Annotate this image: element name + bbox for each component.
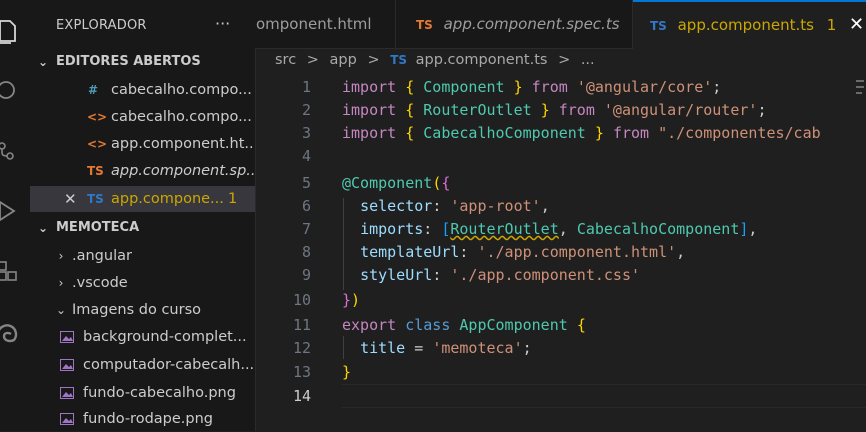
code-line: import { Component } from '@angular/core… [342,78,722,96]
minimap[interactable] [854,74,866,134]
line-number: 3 [301,124,311,142]
tab-app-component-ts[interactable]: TS app.component.ts 1 ✕ [633,0,866,49]
open-editor-item[interactable]: TS app.component.sp... [30,158,255,184]
folder-item[interactable]: › .angular [30,243,255,269]
source-control-icon[interactable] [0,138,20,164]
breadcrumb-item[interactable]: ... [581,52,595,68]
folder-item[interactable]: › .vscode [30,270,255,296]
tab-app-component-html[interactable]: omponent.html [255,0,396,48]
current-line-highlight [341,384,866,408]
code-line: } [342,363,352,381]
line-number: 8 [301,243,311,261]
chevron-right-icon: › [58,249,64,263]
open-editor-item[interactable]: # cabecalho.compo... [30,77,255,103]
breadcrumb-item[interactable]: app.component.ts [416,52,548,68]
search-icon[interactable] [0,78,20,104]
extensions-icon[interactable] [0,258,20,284]
code-line: import { CabecalhoComponent } from "./co… [342,124,821,142]
run-debug-icon[interactable] [0,198,20,224]
chevron-down-icon: ⌄ [37,221,49,235]
open-editor-item[interactable]: <> cabecalho.compo... [30,104,255,130]
image-file-icon [60,406,74,432]
code-line: selector: 'app-root', [360,197,550,215]
code-line: templateUrl: './app.component.html', [360,243,686,261]
typescript-file-icon: TS [390,53,408,67]
code-line: }) [342,291,361,309]
typescript-file-icon: TS [416,18,433,32]
problem-count-badge: 1 [228,191,238,207]
code-line: styleUrl: './app.component.css' [360,266,641,284]
css-file-icon: # [88,83,99,97]
code-line: @Component({ [342,174,451,192]
problem-count-badge: 1 [826,16,837,34]
line-number: 2 [301,101,311,119]
explorer-title: EXPLORADOR [56,18,147,33]
code-line: imports: [RouterOutlet, CabecalhoCompone… [360,220,758,238]
chevron-down-icon: ⌄ [37,55,49,69]
code-line: export class AppComponent { [342,316,586,334]
typescript-file-icon: TS [87,192,104,206]
line-number: 4 [301,147,311,165]
open-editors-section[interactable]: ⌄ EDITORES ABERTOS [30,49,255,75]
close-icon[interactable]: ✕ [64,186,77,212]
file-item[interactable]: fundo-rodape.png [30,406,255,432]
edge-icon[interactable] [0,320,20,346]
chevron-right-icon: > [367,52,380,68]
tab-app-component-spec[interactable]: TS app.component.spec.ts [396,0,633,48]
folder-item[interactable]: ⌄ Imagens do curso [30,297,255,323]
breadcrumb: src > app > TS app.component.ts > ... [275,52,601,68]
html-file-icon: <> [87,137,108,151]
image-file-icon [60,324,74,350]
file-item[interactable]: background-complet... [30,324,255,350]
code-editor[interactable]: 1 2 3 4 5 6 7 8 9 10 11 12 13 14 import … [255,74,866,431]
open-editor-item[interactable]: <> app.component.ht... [30,131,255,157]
file-item[interactable]: fundo-cabecalho.png [30,380,255,406]
chevron-right-icon: › [58,276,64,290]
code-line: import { RouterOutlet } from '@angular/r… [342,101,767,119]
files-icon[interactable] [0,18,20,44]
line-number: 10 [292,291,311,309]
close-icon[interactable]: ✕ [849,14,864,35]
activity-bar [0,0,30,431]
chevron-down-icon: ⌄ [55,303,67,317]
line-number: 5 [301,174,311,192]
line-number: 14 [292,387,311,405]
typescript-file-icon: TS [87,164,104,178]
chevron-right-icon: > [558,52,571,68]
line-number: 1 [301,78,311,96]
image-file-icon [60,380,74,406]
project-section[interactable]: ⌄ MEMOTECA [30,215,255,241]
html-file-icon: <> [87,110,108,124]
line-number: 9 [301,266,311,284]
file-item[interactable]: computador-cabecalh... [30,352,255,378]
explorer-sidebar: EXPLORADOR ··· ⌄ EDITORES ABERTOS # cabe… [30,0,256,431]
line-number: 7 [301,220,311,238]
line-number: 11 [292,316,311,334]
line-number: 12 [292,339,311,357]
chevron-right-icon: > [306,52,319,68]
line-number: 13 [292,363,311,381]
breadcrumb-item[interactable]: src [275,52,296,68]
open-editor-item-active[interactable]: ✕ TS app.compone... 1 [30,186,255,212]
more-actions-icon[interactable]: ··· [215,14,230,33]
line-number: 6 [301,197,311,215]
editor-tabs: omponent.html TS app.component.spec.ts T… [255,0,866,49]
breadcrumb-item[interactable]: app [330,52,357,68]
typescript-file-icon: TS [650,19,667,33]
code-line: title = 'memoteca'; [360,339,532,357]
image-file-icon [60,352,74,378]
